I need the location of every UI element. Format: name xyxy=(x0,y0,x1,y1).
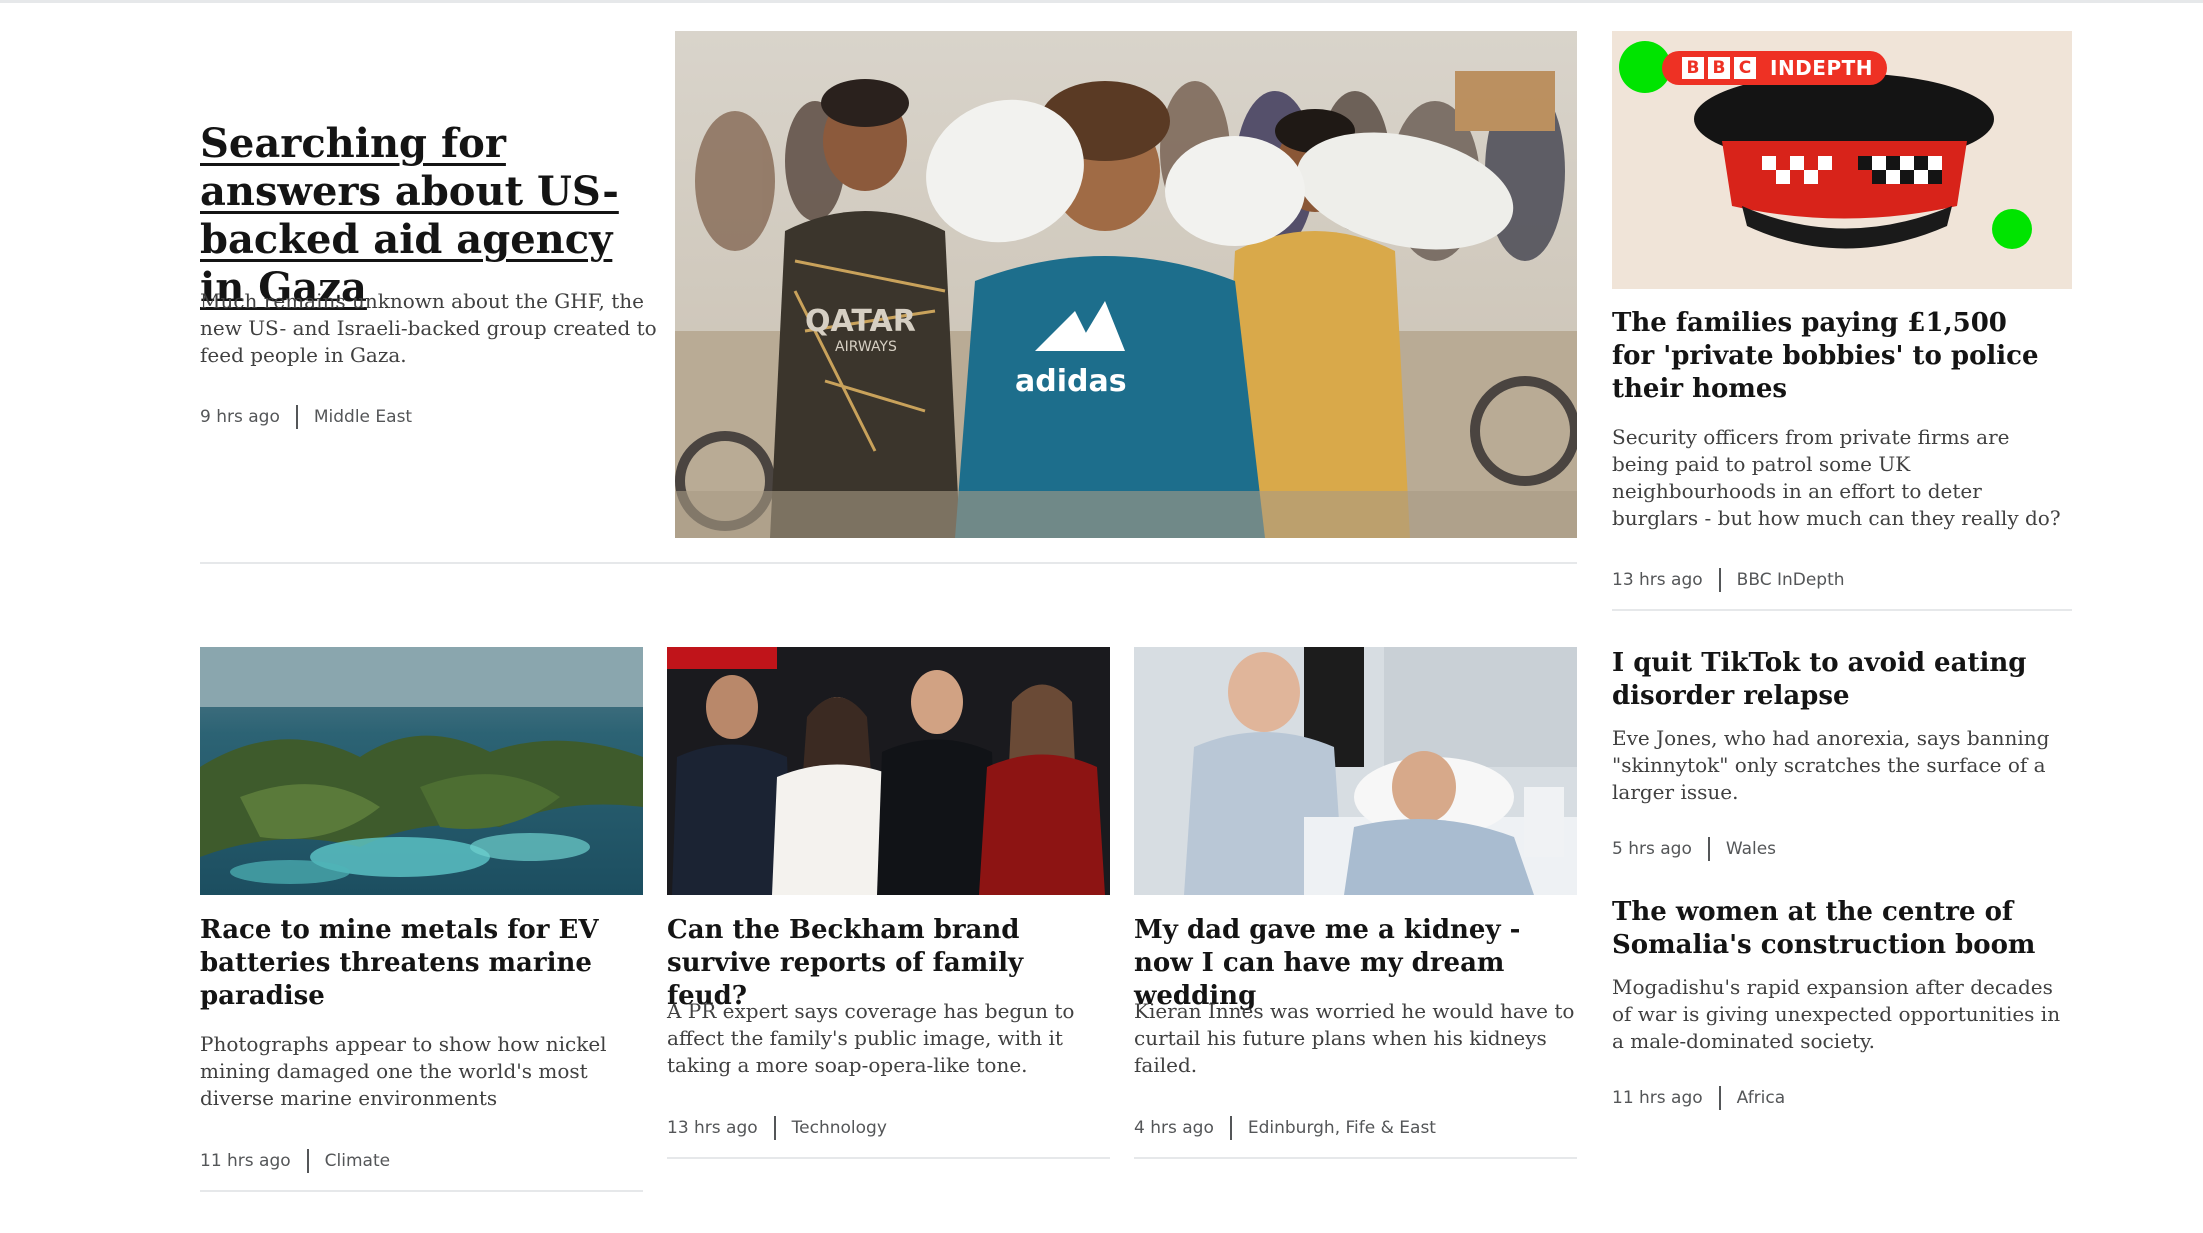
story-summary-marine: Photographs appear to show how nickel mi… xyxy=(200,1032,607,1110)
story-meta-beckham: 13 hrs ago Technology xyxy=(667,1116,887,1140)
side-story-title-tiktok[interactable]: I quit TikTok to avoid eating disorder r… xyxy=(1612,647,2052,713)
meta-divider xyxy=(295,405,298,429)
story-summary-beckham: A PR expert says coverage has begun to a… xyxy=(667,999,1075,1077)
divider xyxy=(667,1157,1110,1159)
meta-divider xyxy=(1229,1116,1232,1140)
story-time-kidney: 4 hrs ago xyxy=(1134,1118,1214,1138)
lead-story-title[interactable]: Searching for answers about US-backed ai… xyxy=(200,120,655,312)
lead-story-card[interactable]: Searching for answers about US-backed ai… xyxy=(200,120,655,312)
meta-divider xyxy=(1707,837,1710,861)
lead-story-time: 9 hrs ago xyxy=(200,407,280,427)
side-story-meta-tiktok: 5 hrs ago Wales xyxy=(1612,837,1776,861)
divider xyxy=(1134,1157,1577,1159)
side-story-summary-tiktok: Eve Jones, who had anorexia, says bannin… xyxy=(1612,726,2050,804)
bbc-logo-block-b1: B xyxy=(1682,57,1704,79)
meta-divider xyxy=(773,1116,776,1140)
side-story-summary-somalia: Mogadishu's rapid expansion after decade… xyxy=(1612,975,2061,1053)
story-meta-kidney: 4 hrs ago Edinburgh, Fife & East xyxy=(1134,1116,1436,1140)
indepth-story-section-link[interactable]: BBC InDepth xyxy=(1737,570,1845,590)
story-image-marine[interactable] xyxy=(200,647,643,895)
divider xyxy=(200,1190,643,1192)
lead-story-section-link[interactable]: Middle East xyxy=(314,407,412,427)
story-time-marine: 11 hrs ago xyxy=(200,1151,291,1171)
indepth-story-title[interactable]: The families paying £1,500 for 'private … xyxy=(1612,307,2052,406)
bbc-indepth-badge: B B C INDEPTH xyxy=(1662,51,1887,85)
meta-divider xyxy=(306,1149,309,1173)
story-summary-kidney: Kieran Innes was worried he would have t… xyxy=(1134,999,1575,1077)
lead-story-meta: 9 hrs ago Middle East xyxy=(200,405,412,429)
top-border xyxy=(0,0,2203,3)
shirt-brand-text: QATAR xyxy=(805,304,916,339)
shirt-brand-subtext: AIRWAYS xyxy=(835,339,897,355)
story-image-beckham[interactable] xyxy=(667,647,1110,895)
meta-divider xyxy=(1718,1086,1721,1110)
side-story-section-link-tiktok[interactable]: Wales xyxy=(1726,839,1776,859)
divider xyxy=(1612,609,2072,611)
story-time-beckham: 13 hrs ago xyxy=(667,1118,758,1138)
story-section-link-kidney[interactable]: Edinburgh, Fife & East xyxy=(1248,1118,1436,1138)
indepth-story-summary: Security officers from private firms are… xyxy=(1612,425,2061,530)
side-story-section-link-somalia[interactable]: Africa xyxy=(1737,1088,1786,1108)
shirt-logo-text: adidas xyxy=(1015,364,1127,399)
story-title-marine[interactable]: Race to mine metals for EV batteries thr… xyxy=(200,914,640,1013)
bbc-logo-block-c: C xyxy=(1734,57,1756,79)
indepth-story-time: 13 hrs ago xyxy=(1612,570,1703,590)
lead-story-summary: Much remains unknown about the GHF, the … xyxy=(200,289,657,367)
story-section-link-marine[interactable]: Climate xyxy=(325,1151,390,1171)
side-story-time-somalia: 11 hrs ago xyxy=(1612,1088,1703,1108)
bbc-logo-block-b2: B xyxy=(1708,57,1730,79)
story-meta-marine: 11 hrs ago Climate xyxy=(200,1149,390,1173)
story-image-kidney[interactable] xyxy=(1134,647,1577,895)
indepth-label: INDEPTH xyxy=(1770,56,1873,80)
side-story-time-tiktok: 5 hrs ago xyxy=(1612,839,1692,859)
story-section-link-beckham[interactable]: Technology xyxy=(792,1118,887,1138)
divider xyxy=(200,562,1577,564)
side-story-meta-somalia: 11 hrs ago Africa xyxy=(1612,1086,1785,1110)
lead-story-image[interactable]: QATAR AIRWAYS adidas xyxy=(675,31,1577,538)
side-story-title-somalia[interactable]: The women at the centre of Somalia's con… xyxy=(1612,896,2052,962)
meta-divider xyxy=(1718,568,1721,592)
indepth-story-meta: 13 hrs ago BBC InDepth xyxy=(1612,568,1845,592)
